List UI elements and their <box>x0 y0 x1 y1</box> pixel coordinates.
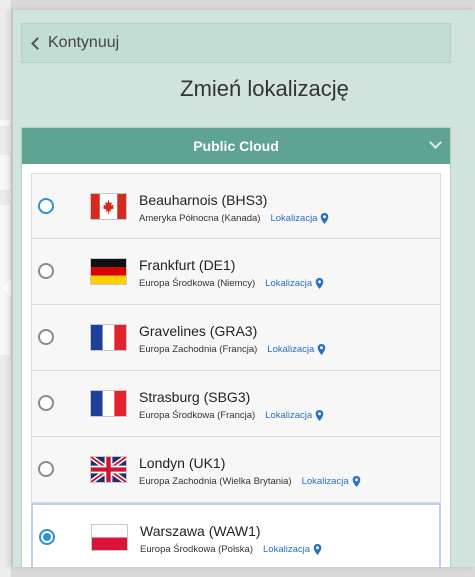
location-link[interactable]: Lokalizacja <box>263 544 322 555</box>
location-row-waw1[interactable]: Warszawa (WAW1) Europa Środkowa (Polska)… <box>31 503 441 567</box>
map-pin-icon <box>313 544 322 555</box>
location-radio[interactable] <box>38 395 54 411</box>
location-panel: Kontynuuj Zmień lokalizację Public Cloud… <box>12 10 475 567</box>
continue-back-button[interactable]: Kontynuuj <box>21 23 451 63</box>
location-name: Warszawa (WAW1) <box>140 523 261 539</box>
location-link[interactable]: Lokalizacja <box>265 278 324 289</box>
location-link-label: Lokalizacja <box>267 344 315 355</box>
location-region-line: Europa Środkowa (Polska) Lokalizacja <box>140 544 322 555</box>
background-strip <box>0 155 10 190</box>
poland-flag-icon <box>91 524 128 551</box>
location-radio-checked[interactable] <box>39 529 55 545</box>
location-row-gra3[interactable]: Gravelines (GRA3) Europa Zachodnia (Fran… <box>31 305 441 371</box>
location-name: Beauharnois (BHS3) <box>139 192 268 208</box>
location-name: Frankfurt (DE1) <box>139 257 236 273</box>
location-region-line: Europa Zachodnia (Wielka Brytania) Lokal… <box>139 476 361 487</box>
map-pin-icon <box>321 213 329 224</box>
location-link-label: Lokalizacja <box>270 213 318 224</box>
map-pin-icon <box>315 410 324 421</box>
location-link[interactable]: Lokalizacja <box>270 213 329 224</box>
section-header[interactable]: Public Cloud <box>22 128 450 164</box>
location-region: Europa Środkowa (Francja) <box>139 410 256 421</box>
location-link-label: Lokalizacja <box>265 410 313 421</box>
location-region: Europa Zachodnia (Wielka Brytania) <box>139 476 292 487</box>
location-radio[interactable] <box>38 263 54 279</box>
location-radio[interactable] <box>38 461 54 477</box>
location-region-line: Europa Zachodnia (Francja) Lokalizacja <box>139 344 326 355</box>
location-link[interactable]: Lokalizacja <box>265 410 324 421</box>
section-title: Public Cloud <box>193 138 279 154</box>
location-radio[interactable] <box>38 329 54 345</box>
location-row-bhs3[interactable]: Beauharnois (BHS3) Ameryka Północna (Kan… <box>31 173 441 239</box>
location-region: Europa Środkowa (Niemcy) <box>139 278 256 289</box>
chevron-left-icon <box>31 37 44 50</box>
canada-flag-icon <box>90 193 127 220</box>
location-link[interactable]: Lokalizacja <box>302 476 361 487</box>
map-pin-icon <box>317 344 326 355</box>
location-name: Londyn (UK1) <box>139 455 226 471</box>
location-name: Strasburg (SBG3) <box>139 389 251 405</box>
location-row-uk1[interactable]: Londyn (UK1) Europa Zachodnia (Wielka Br… <box>31 437 441 503</box>
germany-flag-icon <box>90 258 127 285</box>
location-region-line: Ameryka Północna (Kanada) Lokalizacja <box>139 213 329 224</box>
location-row-de1[interactable]: Frankfurt (DE1) Europa Środkowa (Niemcy)… <box>31 239 441 305</box>
location-list: Beauharnois (BHS3) Ameryka Północna (Kan… <box>31 173 441 567</box>
location-region: Europa Zachodnia (Francja) <box>139 344 258 355</box>
location-name: Gravelines (GRA3) <box>139 323 258 339</box>
map-pin-icon <box>315 278 324 289</box>
continue-label: Kontynuuj <box>48 34 120 51</box>
page-title: Zmień lokalizację <box>180 76 349 101</box>
location-link-label: Lokalizacja <box>263 544 310 555</box>
location-region: Europa Środkowa (Polska) <box>140 544 253 555</box>
location-link[interactable]: Lokalizacja <box>267 344 326 355</box>
panel-pointer <box>2 279 11 297</box>
location-radio[interactable] <box>38 198 54 214</box>
map-pin-icon <box>352 476 360 487</box>
uk-flag-icon <box>90 456 127 483</box>
france-flag-icon <box>90 324 127 351</box>
location-row-sbg3[interactable]: Strasburg (SBG3) Europa Środkowa (Francj… <box>31 371 441 437</box>
location-region-line: Europa Środkowa (Francja) Lokalizacja <box>139 410 324 421</box>
background-page <box>0 0 12 577</box>
location-link-label: Lokalizacja <box>265 278 313 289</box>
chevron-down-icon <box>429 136 442 149</box>
public-cloud-section: Public Cloud Beauharnois (BHS3) Ameryka … <box>21 127 451 567</box>
location-link-label: Lokalizacja <box>301 476 349 487</box>
background-strip <box>0 120 10 126</box>
location-region: Ameryka Północna (Kanada) <box>139 213 261 224</box>
france-flag-icon <box>90 390 127 417</box>
location-region-line: Europa Środkowa (Niemcy) Lokalizacja <box>139 278 324 289</box>
